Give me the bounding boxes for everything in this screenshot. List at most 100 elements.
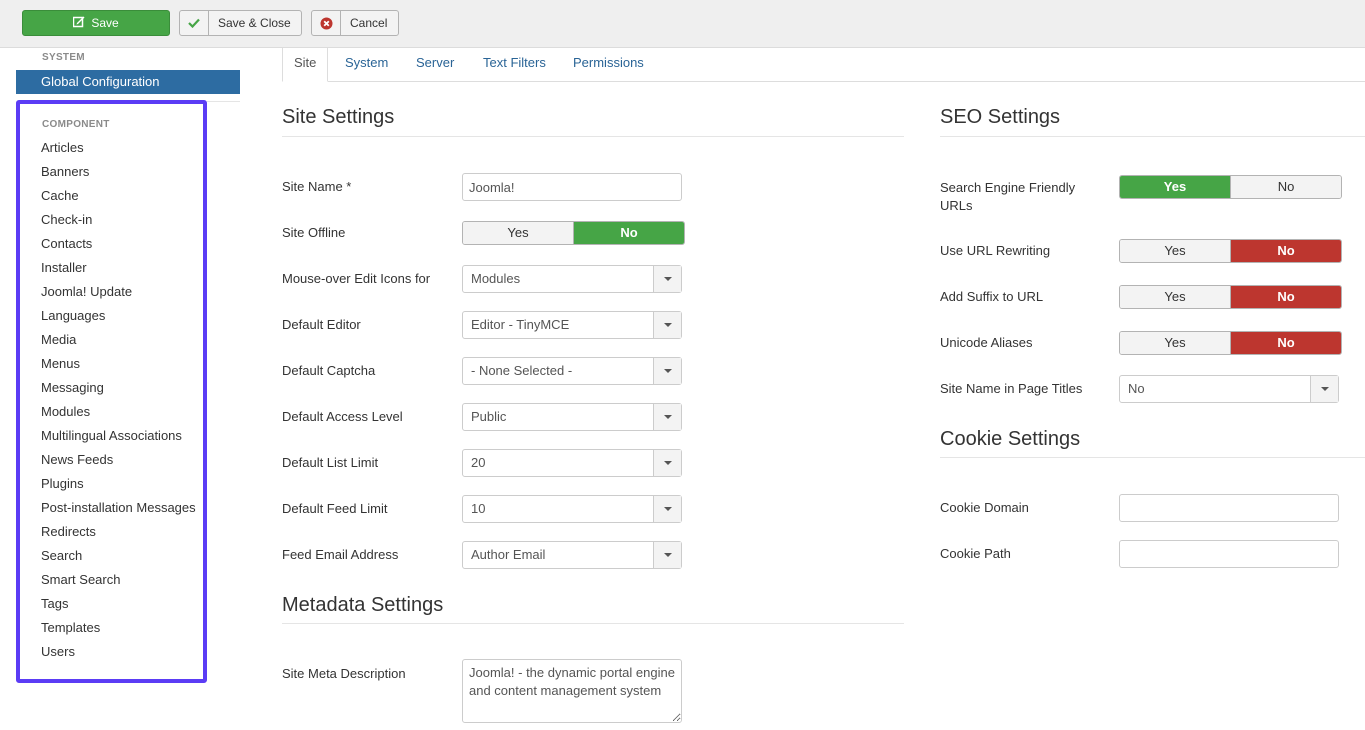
sidebar-item[interactable]: Templates [41,618,196,642]
sidebar-item[interactable]: Banners [41,162,196,186]
sidebar-item[interactable]: Post-installation Messages [41,498,196,522]
captcha-label: Default Captcha [282,363,376,378]
chevron-down-icon [653,266,681,292]
unicode-yes[interactable]: Yes [1120,332,1230,354]
sef-no[interactable]: No [1230,176,1341,198]
sef-toggle: Yes No [1119,175,1342,199]
feed-email-value: Author Email [471,547,546,562]
sidebar-component-heading: COMPONENT [42,119,110,130]
cancel-button[interactable]: Cancel [311,10,399,36]
sidebar-item[interactable]: Modules [41,402,196,426]
tab-server[interactable]: Server [416,48,454,82]
editor-select[interactable]: Editor - TinyMCE [462,311,682,339]
sidebar-item[interactable]: Menus [41,354,196,378]
mouseover-select[interactable]: Modules [462,265,682,293]
sidebar-item[interactable]: News Feeds [41,450,196,474]
site-offline-toggle: Yes No [462,221,685,245]
site-name-input[interactable] [462,173,682,201]
tab-text-filters[interactable]: Text Filters [483,48,546,82]
sidebar-item[interactable]: Plugins [41,474,196,498]
sidebar-item[interactable]: Check-in [41,210,196,234]
sef-label: Search Engine Friendly URLs [940,180,1076,213]
unicode-label: Unicode Aliases [940,335,1033,350]
chevron-down-icon [653,358,681,384]
unicode-toggle: Yes No [1119,331,1342,355]
access-label: Default Access Level [282,409,403,424]
feed-limit-select[interactable]: 10 [462,495,682,523]
editor-label: Default Editor [282,317,361,332]
sidebar-item[interactable]: Contacts [41,234,196,258]
tab-site[interactable]: Site [282,48,329,82]
chevron-down-icon [653,404,681,430]
site-offline-yes[interactable]: Yes [463,222,573,244]
sidebar-item[interactable]: Multilingual Associations [41,426,196,450]
sitename-titles-value: No [1128,381,1145,396]
chevron-down-icon [653,542,681,568]
site-offline-no[interactable]: No [573,222,684,244]
metadata-settings-rule [282,623,904,624]
mouseover-label: Mouse-over Edit Icons for [282,271,431,286]
edit-icon [73,16,85,31]
sidebar-item[interactable]: Redirects [41,522,196,546]
rewrite-label: Use URL Rewriting [940,243,1051,258]
access-select[interactable]: Public [462,403,682,431]
sidebar-item-global-configuration[interactable]: Global Configuration [16,70,240,94]
cookie-settings-title: Cookie Settings [940,428,1081,450]
sidebar-item[interactable]: Search [41,546,196,570]
sidebar-component-list: Articles Banners Cache Check-in Contacts… [41,138,196,666]
sidebar-item[interactable]: Tags [41,594,196,618]
seo-settings-title: SEO Settings [940,106,1061,128]
tab-system[interactable]: System [345,48,388,82]
feed-email-label: Feed Email Address [282,547,399,562]
unicode-no[interactable]: No [1230,332,1341,354]
sidebar-item[interactable]: Cache [41,186,196,210]
rewrite-yes[interactable]: Yes [1120,240,1230,262]
seo-settings-rule [940,136,1365,137]
captcha-value: - None Selected - [471,363,573,378]
sidebar-item[interactable]: Articles [41,138,196,162]
sitename-titles-label: Site Name in Page Titles [940,381,1083,396]
site-name-label: Site Name * [282,179,352,194]
sidebar-item[interactable]: Installer [41,258,196,282]
captcha-select[interactable]: - None Selected - [462,357,682,385]
list-limit-select[interactable]: 20 [462,449,682,477]
sidebar-item[interactable]: Smart Search [41,570,196,594]
sidebar-item[interactable]: Messaging [41,378,196,402]
meta-description-label: Site Meta Description [282,666,406,681]
suffix-label: Add Suffix to URL [940,289,1044,304]
tab-bar: Site System Server Text Filters Permissi… [282,48,1365,82]
meta-description-textarea[interactable]: Joomla! - the dynamic portal engine and … [462,659,682,723]
sidebar-item[interactable]: Languages [41,306,196,330]
rewrite-no[interactable]: No [1230,240,1341,262]
save-label: Save [91,16,119,30]
metadata-settings-title: Metadata Settings [282,594,444,616]
list-limit-value: 20 [471,455,486,470]
sidebar-item[interactable]: Joomla! Update [41,282,196,306]
cookie-path-input[interactable] [1119,540,1339,568]
sidebar-item[interactable]: Media [41,330,196,354]
chevron-down-icon [653,312,681,338]
save-close-label: Save & Close [218,16,291,30]
chevron-down-icon [653,450,681,476]
save-button[interactable]: Save [22,10,170,36]
save-close-button[interactable]: Save & Close [179,10,302,36]
feed-email-select[interactable]: Author Email [462,541,682,569]
site-settings-title: Site Settings [282,106,395,128]
cookie-domain-label: Cookie Domain [940,500,1029,515]
rewrite-toggle: Yes No [1119,239,1342,263]
suffix-no[interactable]: No [1230,286,1341,308]
sidebar-item[interactable]: Users [41,642,196,666]
feed-limit-label: Default Feed Limit [282,501,388,516]
access-value: Public [471,409,507,424]
editor-value: Editor - TinyMCE [471,317,570,332]
sef-yes[interactable]: Yes [1120,176,1230,198]
toolbar: Save Save & Close Cancel [0,0,1365,48]
tab-permissions[interactable]: Permissions [573,48,644,82]
sidebar-system-heading: SYSTEM [42,52,85,63]
suffix-yes[interactable]: Yes [1120,286,1230,308]
chevron-down-icon [1310,376,1338,402]
sidebar-divider [207,101,240,102]
chevron-down-icon [653,496,681,522]
cookie-domain-input[interactable] [1119,494,1339,522]
sitename-titles-select[interactable]: No [1119,375,1339,403]
